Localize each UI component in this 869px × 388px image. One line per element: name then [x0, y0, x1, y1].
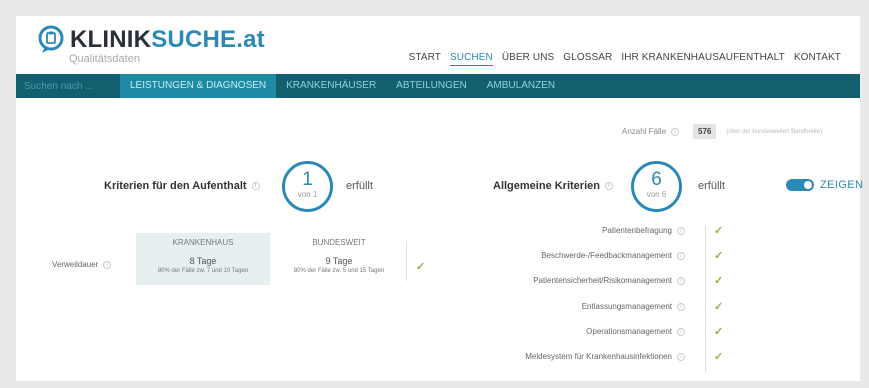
top-nav: START SUCHEN ÜBER UNS GLOSSAR IHR KRANKE…: [409, 52, 841, 66]
tab-leistungen-diagnosen[interactable]: LEISTUNGEN & DIAGNOSEN: [120, 74, 277, 98]
case-count-row: Anzahl Fälle i 576 (über der bundesweite…: [622, 124, 822, 139]
stay-criteria-status: erfüllt: [346, 180, 373, 192]
divider: [406, 241, 407, 281]
logo-subtitle: Qualitätsdaten: [69, 53, 140, 65]
check-icon: ✓: [714, 250, 724, 262]
main-navbar: Suchen nach ... LEISTUNGEN & DIAGNOSEN K…: [16, 74, 860, 98]
criterion-label: Operationsmanagement: [586, 327, 672, 336]
case-count-label: Anzahl Fälle: [622, 127, 667, 136]
info-icon[interactable]: i: [677, 352, 685, 361]
top-nav-krankenhausaufenthalt[interactable]: IHR KRANKENHAUSAUFENTHALT: [621, 52, 784, 66]
logo[interactable]: KLINIKSUCHE.at: [36, 25, 265, 55]
stay-criteria-total: von 1: [297, 190, 318, 199]
check-icon: ✓: [714, 351, 724, 363]
location-pin-icon: [38, 25, 64, 53]
stay-criteria-title: Kriterien für den Aufenthalt i: [104, 180, 260, 192]
criterion-item: Beschwerde-/Feedbackmanagement i: [541, 251, 685, 260]
general-criteria-fulfilled: 6: [651, 169, 662, 190]
toggle-knob: [804, 181, 812, 189]
criterion-label: Entlassungsmanagement: [581, 302, 672, 311]
column-header-national: BUNDESWEIT: [312, 238, 366, 247]
row-label-text: Verweildauer: [52, 260, 99, 269]
check-icon: ✓: [714, 275, 724, 287]
general-criteria-score: 6 von 6: [631, 161, 682, 212]
general-criteria-total: von 6: [646, 190, 667, 199]
logo-text: KLINIKSUCHE.at: [70, 26, 265, 53]
check-icon: ✓: [714, 225, 724, 237]
column-header-hospital: KRANKENHAUS: [172, 238, 234, 247]
info-icon[interactable]: i: [677, 226, 685, 235]
hospital-value-range: 80% der Fälle zw. 7 und 10 Tagen: [157, 268, 249, 274]
tab-krankenhaeuser[interactable]: KRANKENHÄUSER: [276, 74, 386, 98]
info-icon[interactable]: i: [103, 260, 112, 269]
criterion-label: Beschwerde-/Feedbackmanagement: [541, 251, 672, 260]
hospital-value: 8 Tage 80% der Fälle zw. 7 und 10 Tagen: [136, 256, 270, 274]
case-count-note: (über der bundesweiten Bandbreite): [726, 128, 823, 135]
top-nav-kontakt[interactable]: KONTAKT: [794, 52, 841, 66]
info-icon[interactable]: i: [677, 251, 685, 260]
divider: [705, 226, 706, 372]
info-icon[interactable]: i: [677, 302, 685, 311]
tab-abteilungen[interactable]: ABTEILUNGEN: [386, 74, 477, 98]
criterion-label: Meldesystem für Krankenhausinfektionen: [525, 352, 672, 361]
info-icon[interactable]: i: [677, 327, 685, 336]
top-nav-start[interactable]: START: [409, 52, 441, 66]
info-icon[interactable]: i: [251, 182, 260, 190]
criterion-item: Patientensicherheit/Risikomanagement i: [533, 276, 685, 285]
hospital-value-main: 8 Tage: [189, 256, 217, 266]
national-value-main: 9 Tage: [325, 256, 353, 266]
toggle-switch[interactable]: [786, 179, 814, 191]
toggle-label: ZEIGEN: [820, 179, 864, 191]
general-criteria-title-text: Allgemeine Kriterien: [493, 180, 600, 192]
check-icon: ✓: [416, 261, 426, 273]
search-input[interactable]: Suchen nach ...: [16, 81, 120, 92]
row-label-verweildauer: Verweildauer i: [52, 260, 112, 269]
check-icon: ✓: [714, 301, 724, 313]
info-icon[interactable]: i: [604, 182, 613, 190]
case-count-value: 576: [693, 124, 717, 139]
check-icon: ✓: [714, 326, 724, 338]
general-criteria-status: erfüllt: [698, 180, 725, 192]
info-icon[interactable]: i: [671, 127, 680, 136]
criterion-item: Meldesystem für Krankenhausinfektionen i: [525, 352, 685, 361]
general-criteria-title: Allgemeine Kriterien i: [493, 180, 613, 192]
stay-criteria-fulfilled: 1: [302, 169, 313, 190]
page-frame: KLINIKSUCHE.at Qualitätsdaten START SUCH…: [16, 16, 863, 381]
criterion-item: Entlassungsmanagement i: [582, 302, 685, 311]
stay-criteria-score: 1 von 1: [282, 161, 333, 212]
national-value-range: 80% der Fälle zw. 5 und 15 Tagen: [293, 268, 385, 274]
criterion-label: Patientenbefragung: [602, 226, 672, 235]
criterion-label: Patientensicherheit/Risikomanagement: [533, 276, 672, 285]
info-icon[interactable]: i: [677, 276, 685, 285]
top-nav-glossar[interactable]: GLOSSAR: [563, 52, 612, 66]
stay-criteria-title-text: Kriterien für den Aufenthalt: [104, 180, 247, 192]
criterion-item: Patientenbefragung i: [602, 226, 685, 235]
criterion-item: Operationsmanagement i: [586, 327, 685, 336]
top-nav-ueber-uns[interactable]: ÜBER UNS: [502, 52, 554, 66]
tab-ambulanzen[interactable]: AMBULANZEN: [477, 74, 565, 98]
show-toggle[interactable]: ZEIGEN: [786, 179, 863, 191]
national-value: 9 Tage 80% der Fälle zw. 5 und 15 Tagen: [274, 256, 404, 274]
top-nav-suchen[interactable]: SUCHEN: [449, 52, 493, 66]
